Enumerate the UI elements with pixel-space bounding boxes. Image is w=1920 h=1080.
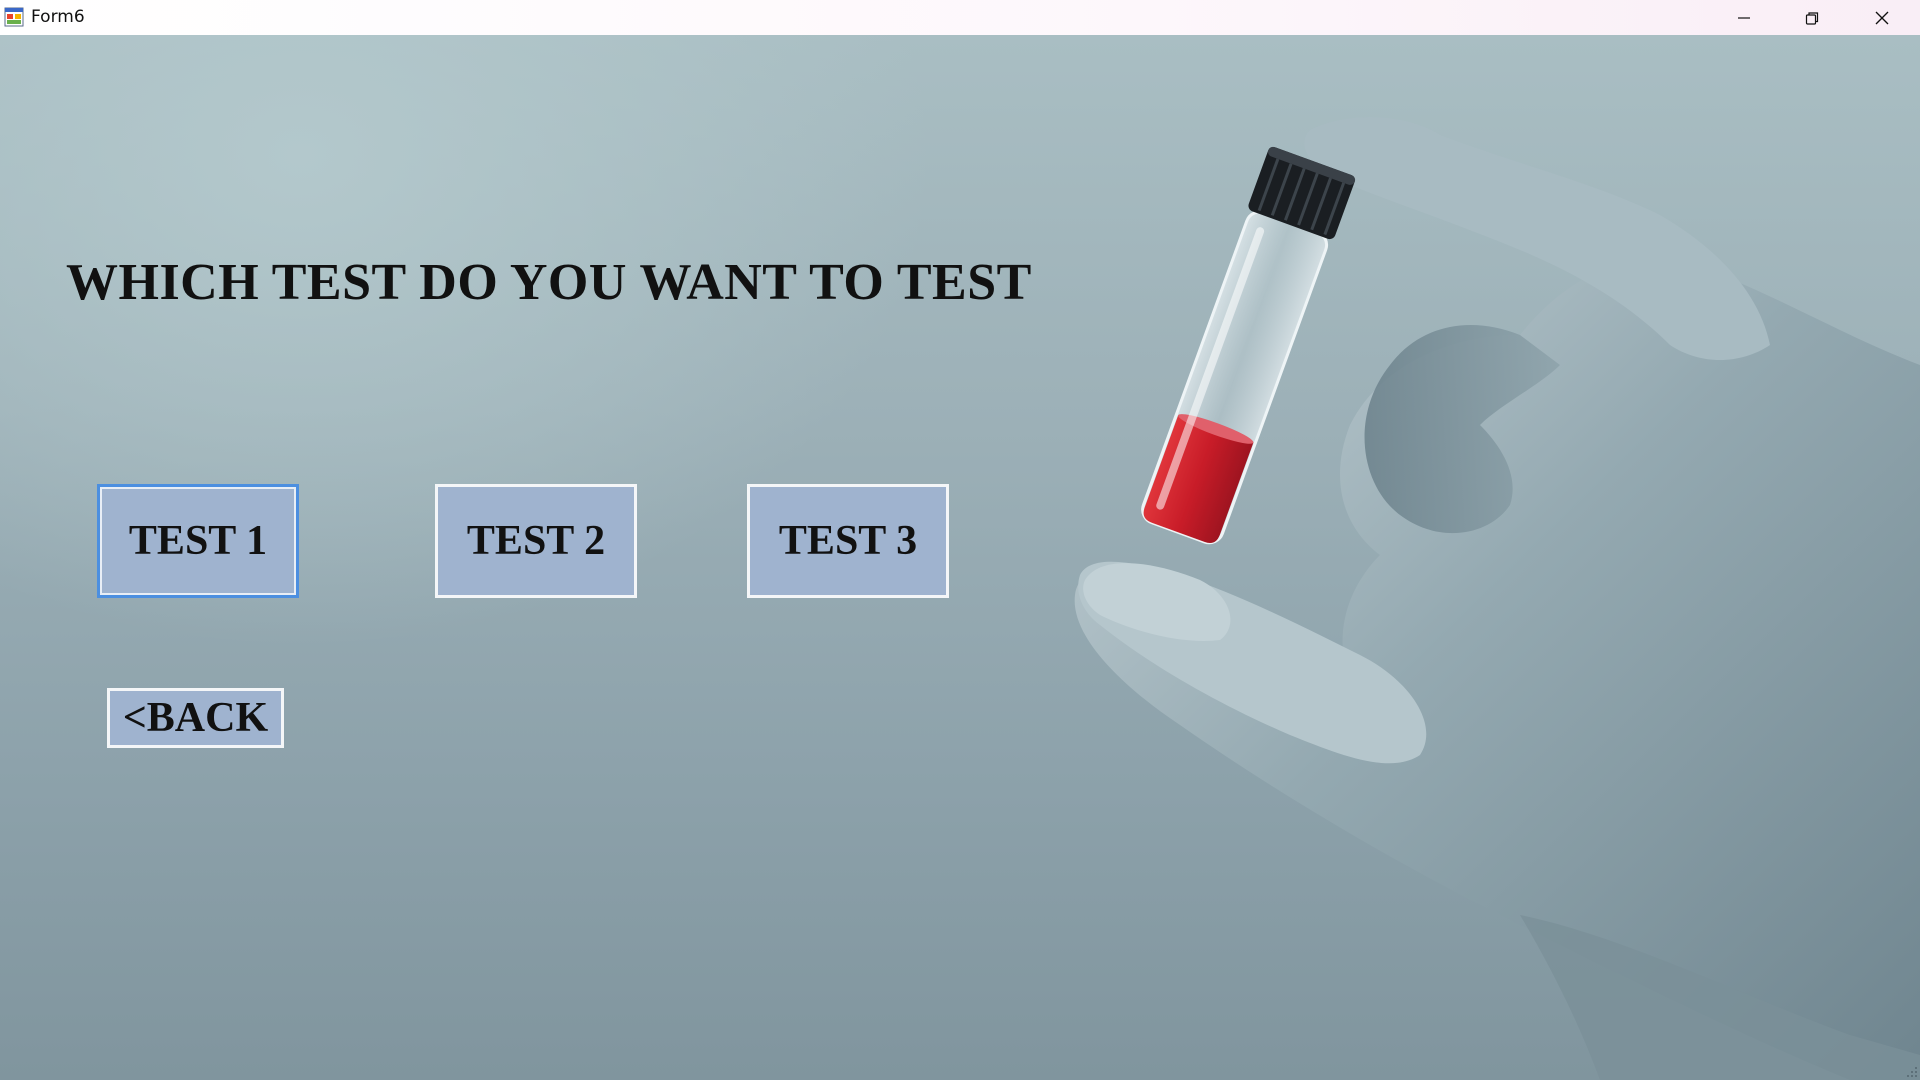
resize-grip-icon[interactable] (1904, 1064, 1918, 1078)
restore-button[interactable] (1778, 0, 1846, 35)
app-window: Form6 WHICH TEST DO YOU WANT TO TEST TES… (0, 0, 1920, 1080)
restore-icon (1805, 11, 1819, 25)
close-icon (1875, 11, 1889, 24)
minimize-button[interactable] (1710, 0, 1778, 35)
back-label: <BACK (122, 695, 269, 741)
form-client-area: WHICH TEST DO YOU WANT TO TEST TEST 1 TE… (0, 35, 1920, 1080)
test-2-button[interactable]: TEST 2 (435, 484, 637, 598)
test-3-button[interactable]: TEST 3 (747, 484, 949, 598)
window-title: Form6 (31, 7, 85, 27)
minimize-icon (1738, 16, 1750, 19)
title-bar[interactable]: Form6 (0, 0, 1920, 35)
test-1-button[interactable]: TEST 1 (97, 484, 299, 598)
test-2-label: TEST 2 (466, 518, 606, 564)
app-form-icon (4, 7, 24, 27)
page-heading: WHICH TEST DO YOU WANT TO TEST (66, 254, 1032, 311)
test-1-label: TEST 1 (128, 518, 268, 564)
back-button[interactable]: <BACK (107, 688, 284, 748)
close-button[interactable] (1848, 0, 1916, 35)
test-3-label: TEST 3 (778, 518, 918, 564)
